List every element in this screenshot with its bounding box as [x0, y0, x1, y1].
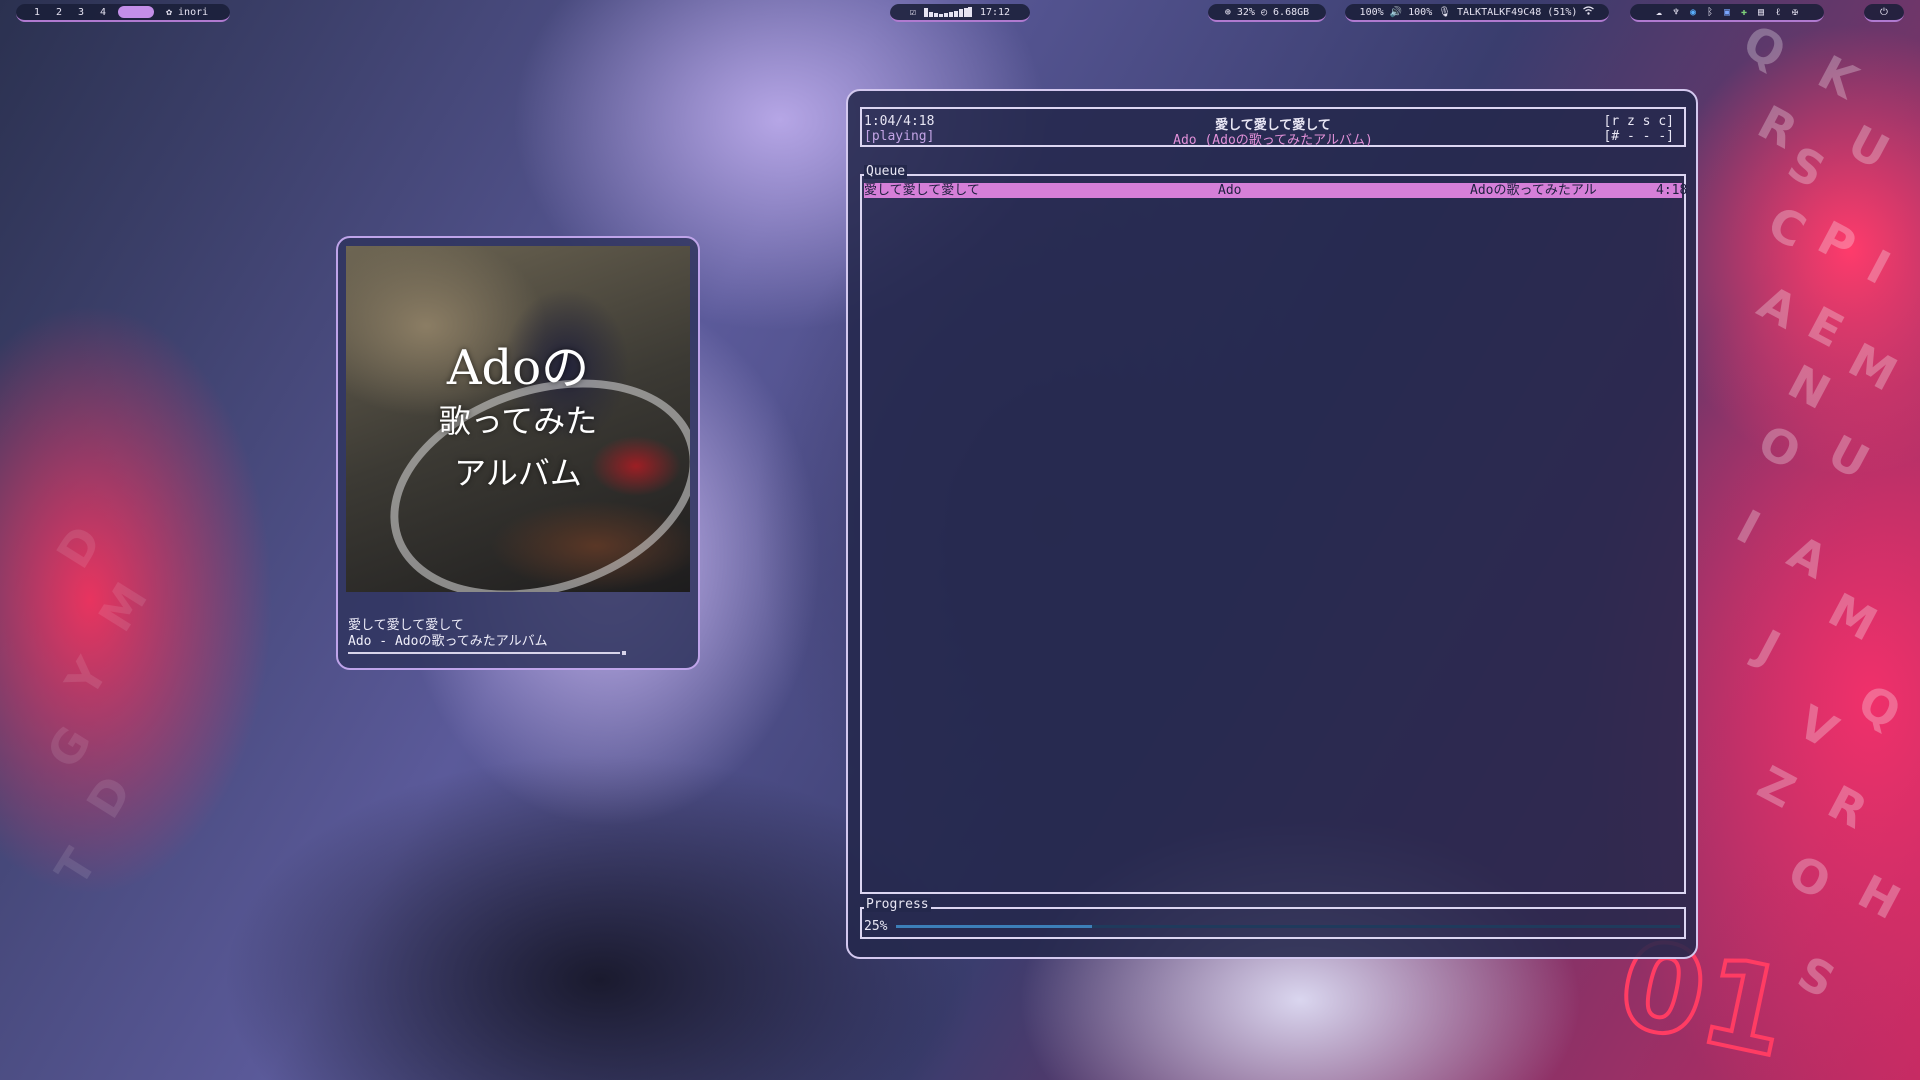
power-button[interactable]: ⏻	[1864, 4, 1904, 22]
audio-visualizer	[923, 7, 972, 17]
queue-row-title: 愛して愛して愛して	[864, 183, 980, 198]
workspace-2[interactable]: 2	[48, 7, 70, 18]
now-playing-progress	[348, 651, 626, 655]
progress-percent: 25%	[864, 919, 888, 934]
queue-row-artist: Ado	[1218, 183, 1242, 198]
clock-time: 17:12	[979, 6, 1011, 18]
microphone-icon[interactable]: 🎙	[1438, 7, 1451, 18]
album-cover: Adoの 歌ってみた アルバム	[346, 246, 690, 592]
visualizer-toggle-icon[interactable]: ☑	[910, 7, 916, 18]
tray-icon-8[interactable]: ℓ	[1772, 6, 1785, 19]
progress-label: Progress	[864, 897, 931, 912]
workspace-switcher: 1 2 3 4 5 ✿ inori	[16, 4, 230, 22]
queue-row-selected[interactable]: 愛して愛して愛して Ado Adoの歌ってみたアル 4:18	[864, 183, 1687, 198]
bluetooth-icon[interactable]: ᛒ	[1704, 6, 1717, 19]
progress-panel: Progress 25%	[860, 898, 1686, 939]
workspace-3[interactable]: 3	[70, 7, 92, 18]
power-icon: ⏻	[1880, 6, 1888, 18]
workspace-1[interactable]: 1	[26, 7, 48, 18]
workspace-4[interactable]: 4	[92, 7, 114, 18]
queue-row-length: 4:18	[1656, 183, 1688, 198]
progress-fill	[896, 925, 1092, 928]
now-playing-artist-album: Ado - Adoの歌ってみたアルバム	[348, 634, 548, 649]
workspace-5-active[interactable]: 5	[118, 6, 154, 18]
player-header: 1:04/4:18 [playing] 愛して愛して愛して Ado (Adoの歌…	[860, 107, 1686, 148]
active-window-title: ✿ inori	[166, 6, 209, 18]
playback-flags: [r z s c]	[1603, 114, 1674, 129]
album-art-window[interactable]: Adoの 歌ってみた アルバム 愛して愛して愛して Ado - Adoの歌ってみ…	[336, 236, 700, 670]
tray-icon-6[interactable]: ✚	[1738, 6, 1751, 19]
volume-level[interactable]: 🔊 100%	[1390, 7, 1433, 18]
queue-panel[interactable]: Queue 愛して愛して愛して Ado Adoの歌ってみたアル 4:18	[860, 165, 1687, 894]
current-artist-album: Ado (Adoの歌ってみたアルバム)	[1173, 133, 1373, 148]
progress-track[interactable]	[896, 925, 1680, 928]
cpu-usage: ⊕ 32%	[1224, 6, 1255, 18]
memory-usage: ◴ 6.68GB	[1260, 6, 1310, 18]
clock-module[interactable]: ☑ 17:12	[890, 4, 1030, 22]
queue-row-album: Adoの歌ってみたアル	[1470, 183, 1597, 198]
wifi-icon[interactable]	[1583, 6, 1595, 18]
queue-label: Queue	[864, 164, 908, 179]
brightness-level[interactable]: 100%	[1360, 7, 1384, 18]
tray-icon-5[interactable]: ▣	[1721, 6, 1734, 19]
cover-text-line1: Adoの	[446, 340, 590, 396]
music-player-terminal[interactable]: 1:04/4:18 [playing] 愛して愛して愛して Ado (Adoの歌…	[846, 89, 1698, 959]
network-name[interactable]: TALKTALKF49C48 (51%)	[1457, 7, 1577, 18]
tray-icon-7[interactable]: ▤	[1755, 6, 1768, 19]
tray-icon-2[interactable]: ♆	[1670, 6, 1683, 19]
tray-icon-1[interactable]: ☁	[1653, 6, 1666, 19]
tray-icon-3[interactable]: ◉	[1687, 6, 1700, 19]
cover-text-line2: 歌ってみた	[438, 402, 598, 440]
tray-icon-9[interactable]: ✠	[1789, 6, 1802, 19]
system-stats: ⊕ 32% ◴ 6.68GB	[1208, 4, 1326, 22]
audio-network-module: 100% 🔊 100% 🎙 TALKTALKF49C48 (51%)	[1345, 4, 1609, 22]
cover-text-line3: アルバム	[454, 454, 582, 492]
playback-flags-state: [# - - -]	[1603, 129, 1674, 144]
system-tray: ☁ ♆ ◉ ᛒ ▣ ✚ ▤ ℓ ✠	[1630, 4, 1824, 22]
